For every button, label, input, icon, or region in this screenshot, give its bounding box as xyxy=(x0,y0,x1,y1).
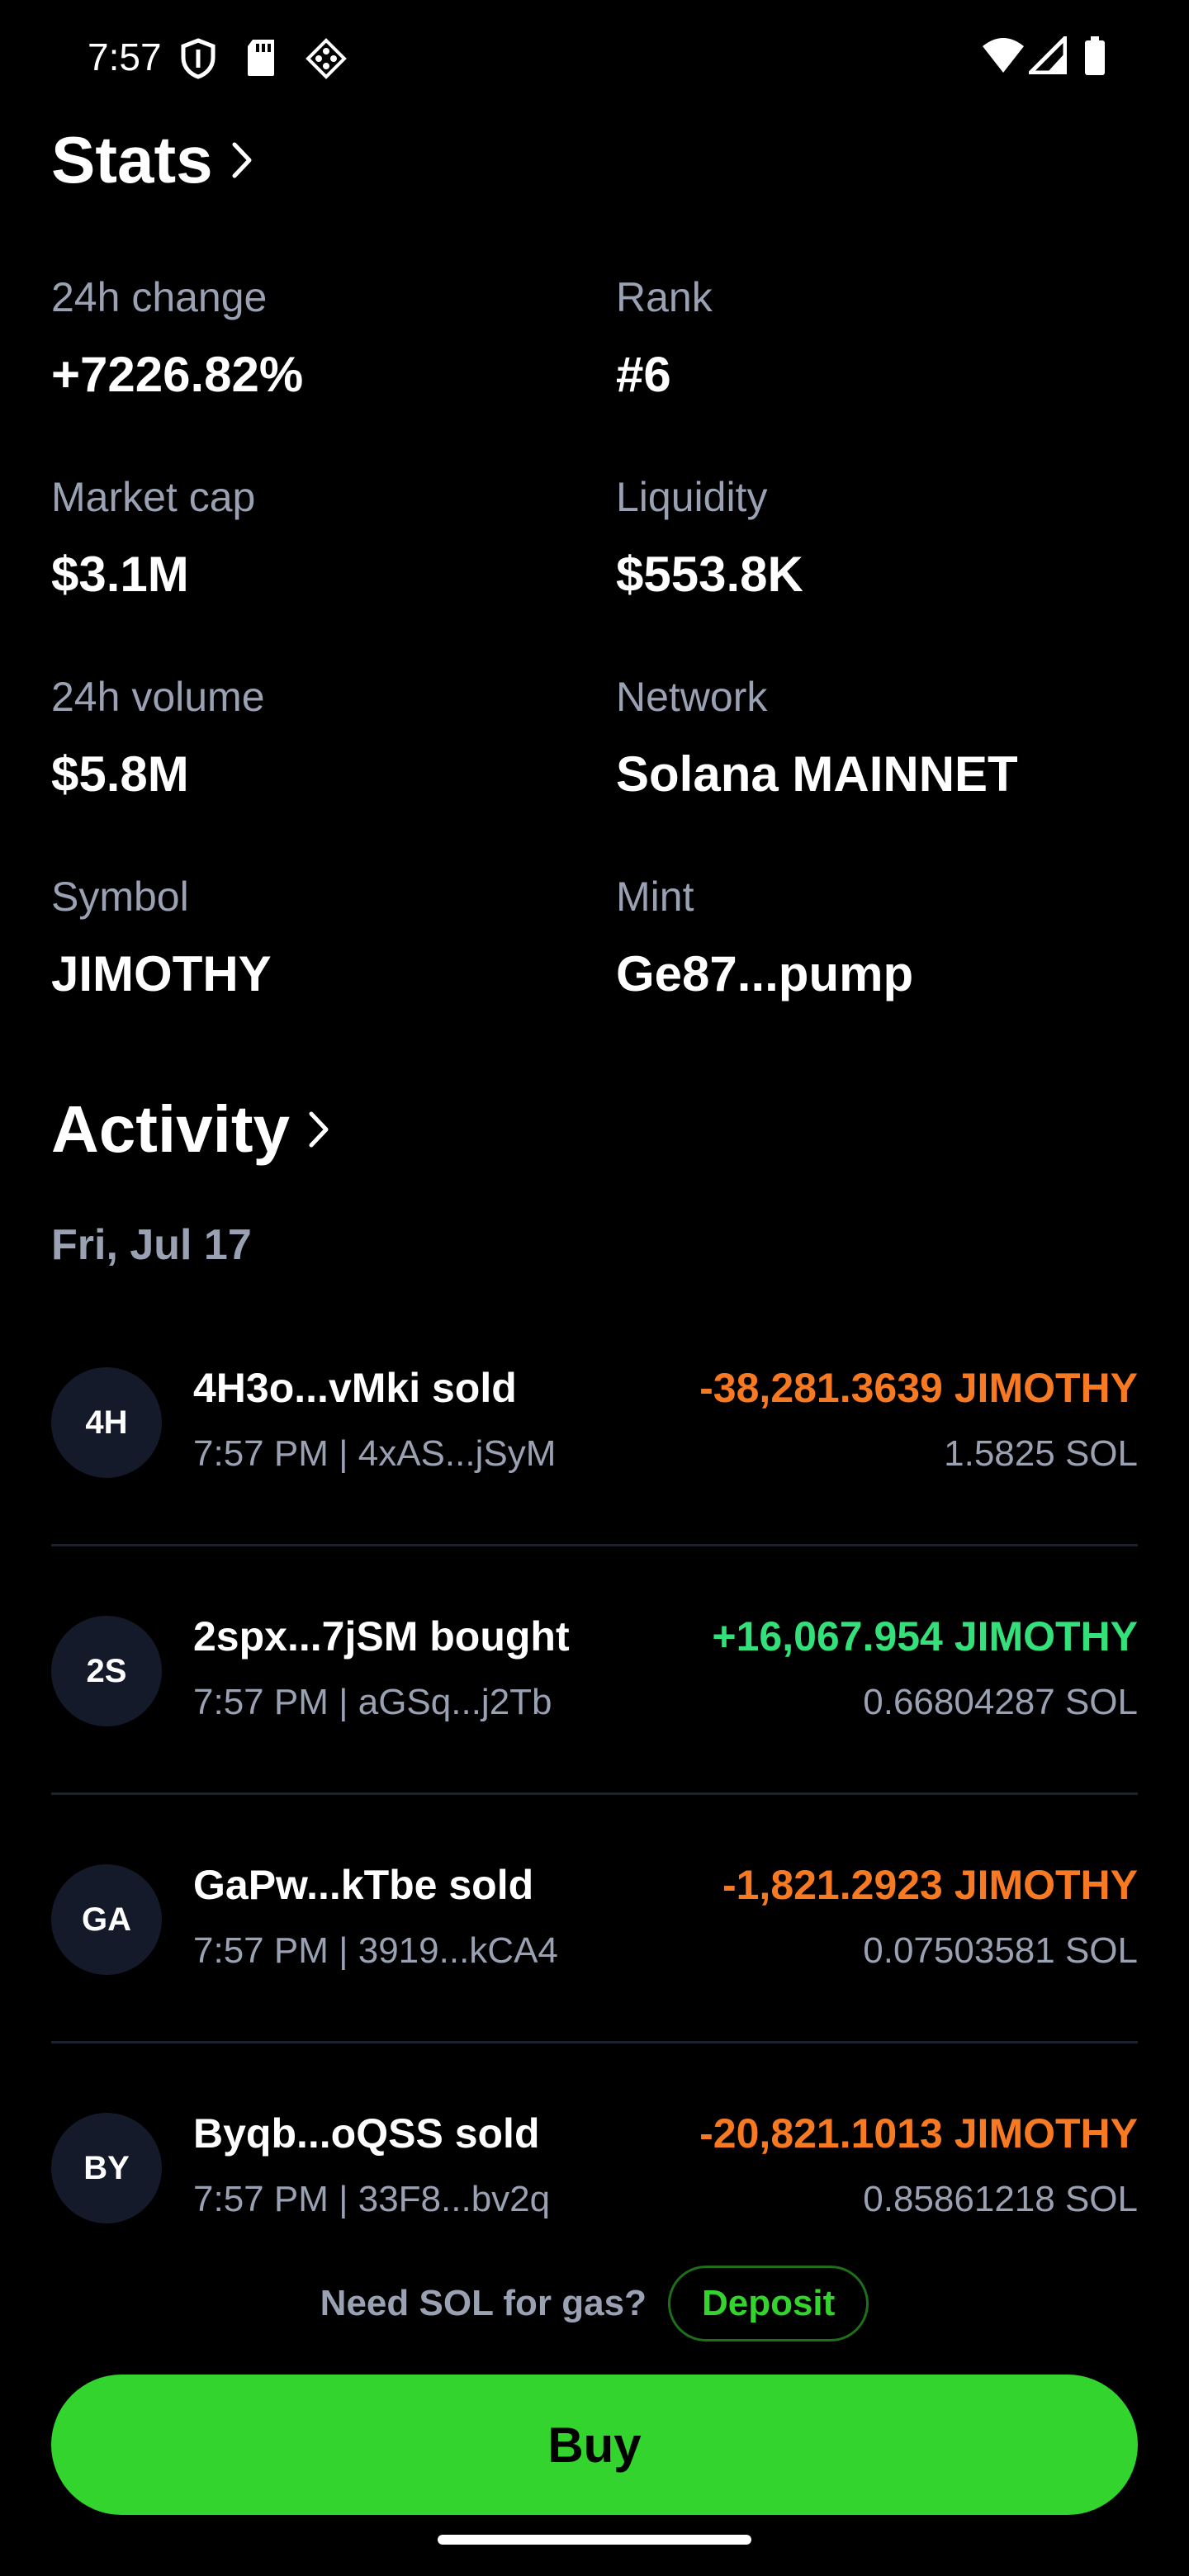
divider xyxy=(51,1792,1138,1795)
avatar: 4H xyxy=(51,1367,162,1478)
activity-header[interactable]: Activity xyxy=(51,1091,331,1167)
activity-subtitle: 7:57 PM | 4xAS...jSyM xyxy=(193,1433,557,1474)
activity-subtitle: 7:57 PM | aGSq...j2Tb xyxy=(193,1682,552,1722)
activity-title-text: Byqb...oQSS sold xyxy=(193,2110,540,2157)
chevron-right-icon xyxy=(232,142,252,178)
stat-24h-volume: 24h volume $5.8M xyxy=(51,672,580,804)
status-bar: 7:57 xyxy=(0,0,1189,116)
stats-header[interactable]: Stats xyxy=(51,122,254,198)
divider xyxy=(51,2041,1138,2043)
diamond-app-icon xyxy=(306,38,347,83)
stat-value: $553.8K xyxy=(616,547,803,602)
sd-card-icon xyxy=(244,38,277,82)
activity-title-text: 4H3o...vMki sold xyxy=(193,1365,517,1411)
stat-value: JIMOTHY xyxy=(51,946,272,1002)
stat-liquidity: Liquidity $553.8K xyxy=(616,472,1144,604)
stat-market-cap: Market cap $3.1M xyxy=(51,472,580,604)
status-time: 7:57 xyxy=(88,36,162,78)
stat-symbol: Symbol JIMOTHY xyxy=(51,872,580,1004)
chevron-right-icon xyxy=(309,1111,329,1148)
activity-title-text: 2spx...7jSM bought xyxy=(193,1613,570,1660)
divider xyxy=(51,1544,1138,1546)
sol-amount: 1.5825 SOL xyxy=(944,1433,1138,1474)
activity-title-text: GaPw...kTbe sold xyxy=(193,1862,534,1908)
stat-rank: Rank #6 xyxy=(616,272,1144,405)
stat-label: Network xyxy=(616,674,768,720)
sol-amount: 0.07503581 SOL xyxy=(863,1930,1138,1971)
stat-label: Market cap xyxy=(51,474,256,520)
sol-amount: 0.66804287 SOL xyxy=(863,1682,1138,1722)
token-amount: +16,067.954 JIMOTHY xyxy=(712,1613,1138,1660)
stat-value: Ge87...pump xyxy=(616,946,914,1002)
signal-icon xyxy=(1025,32,1068,78)
deposit-button[interactable]: Deposit xyxy=(667,2266,869,2342)
token-amount: -38,281.3639 JIMOTHY xyxy=(699,1365,1138,1411)
stat-label: Mint xyxy=(616,874,694,920)
gas-text: Need SOL for gas? xyxy=(320,2283,647,2323)
stat-24h-change: 24h change +7226.82% xyxy=(51,272,580,405)
stat-label: Rank xyxy=(616,274,713,320)
activity-row[interactable]: 4H 4H3o...vMki sold 7:57 PM | 4xAS...jSy… xyxy=(51,1318,1138,1565)
stat-mint[interactable]: Mint Ge87...pump xyxy=(616,872,1144,1004)
stat-network: Network Solana MAINNET xyxy=(616,672,1144,804)
stat-label: 24h volume xyxy=(51,674,265,720)
stat-label: Liquidity xyxy=(616,474,768,520)
stat-value: $5.8M xyxy=(51,746,189,802)
activity-date: Fri, Jul 17 xyxy=(51,1221,252,1269)
battery-icon xyxy=(1083,36,1106,80)
home-indicator[interactable] xyxy=(438,2535,751,2545)
stat-value: Solana MAINNET xyxy=(616,746,1018,802)
avatar: 2S xyxy=(51,1616,162,1726)
sol-amount: 0.85861218 SOL xyxy=(863,2179,1138,2219)
token-amount: -20,821.1013 JIMOTHY xyxy=(699,2110,1138,2157)
activity-row[interactable]: GA GaPw...kTbe sold 7:57 PM | 3919...kCA… xyxy=(51,1815,1138,2062)
activity-row[interactable]: 2S 2spx...7jSM bought 7:57 PM | aGSq...j… xyxy=(51,1566,1138,1814)
shield-icon xyxy=(180,38,216,83)
gas-prompt: Need SOL for gas? Deposit xyxy=(0,2266,1189,2342)
stats-title: Stats xyxy=(51,123,213,197)
buy-button[interactable]: Buy xyxy=(51,2375,1138,2515)
stat-value: $3.1M xyxy=(51,547,189,602)
stat-value: #6 xyxy=(616,347,671,402)
stat-label: 24h change xyxy=(51,274,268,320)
activity-subtitle: 7:57 PM | 33F8...bv2q xyxy=(193,2179,551,2219)
avatar: BY xyxy=(51,2113,162,2223)
token-amount: -1,821.2923 JIMOTHY xyxy=(722,1862,1138,1908)
activity-title: Activity xyxy=(51,1092,290,1166)
avatar: GA xyxy=(51,1864,162,1975)
wifi-icon xyxy=(981,36,1026,78)
stat-value: +7226.82% xyxy=(51,347,304,402)
stat-label: Symbol xyxy=(51,874,189,920)
activity-subtitle: 7:57 PM | 3919...kCA4 xyxy=(193,1930,558,1971)
